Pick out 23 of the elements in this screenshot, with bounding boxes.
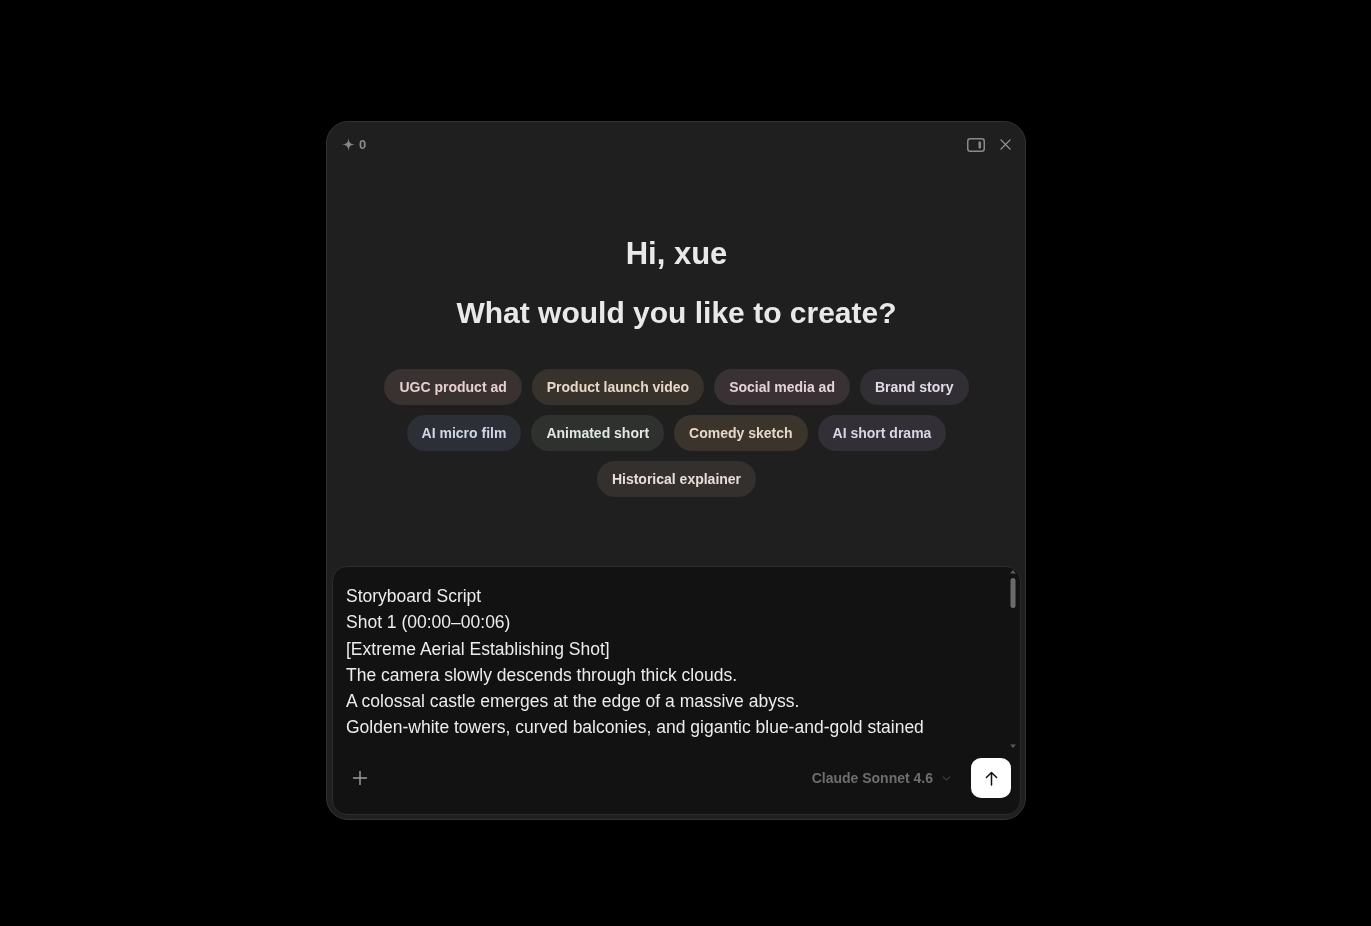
model-selector[interactable]: Claude Sonnet 4.6 — [811, 770, 951, 786]
suggestion-chip[interactable]: AI short drama — [817, 415, 947, 451]
close-button[interactable] — [998, 137, 1013, 152]
suggestion-chip[interactable]: Historical explainer — [596, 461, 757, 497]
suggestion-chip[interactable]: UGC product ad — [384, 369, 522, 405]
suggestion-chip[interactable]: Brand story — [859, 369, 969, 405]
heading: What would you like to create? — [456, 295, 897, 331]
greeting: Hi, xue — [625, 235, 728, 273]
send-button[interactable] — [971, 758, 1011, 798]
suggestion-chip[interactable]: Social media ad — [714, 369, 850, 405]
sidebar-icon — [967, 137, 985, 152]
panel-toggle-button[interactable] — [965, 135, 987, 154]
credit-count: 0 — [359, 137, 367, 152]
chevron-down-icon — [942, 775, 951, 781]
suggestion-chip[interactable]: Animated short — [531, 415, 665, 451]
close-icon — [1000, 139, 1011, 150]
plus-icon — [353, 771, 367, 785]
prompt-input[interactable]: Storyboard Script Shot 1 (00:00–00:06) [Extreme Aerial Establishing Shot] The camera slowly descends through thick clouds. A colossal castle emerges at the edge of a massive abyss. Golden-white towers, curved balconies, and gigantic blue-and-gold stained — [346, 583, 1001, 748]
sparkle-icon — [342, 138, 355, 151]
suggestion-chip[interactable]: Product launch video — [531, 369, 705, 405]
arrow-up-icon — [984, 770, 998, 786]
suggestion-chip[interactable]: Comedy sketch — [674, 415, 808, 451]
suggestion-chip[interactable]: AI micro film — [406, 415, 522, 451]
